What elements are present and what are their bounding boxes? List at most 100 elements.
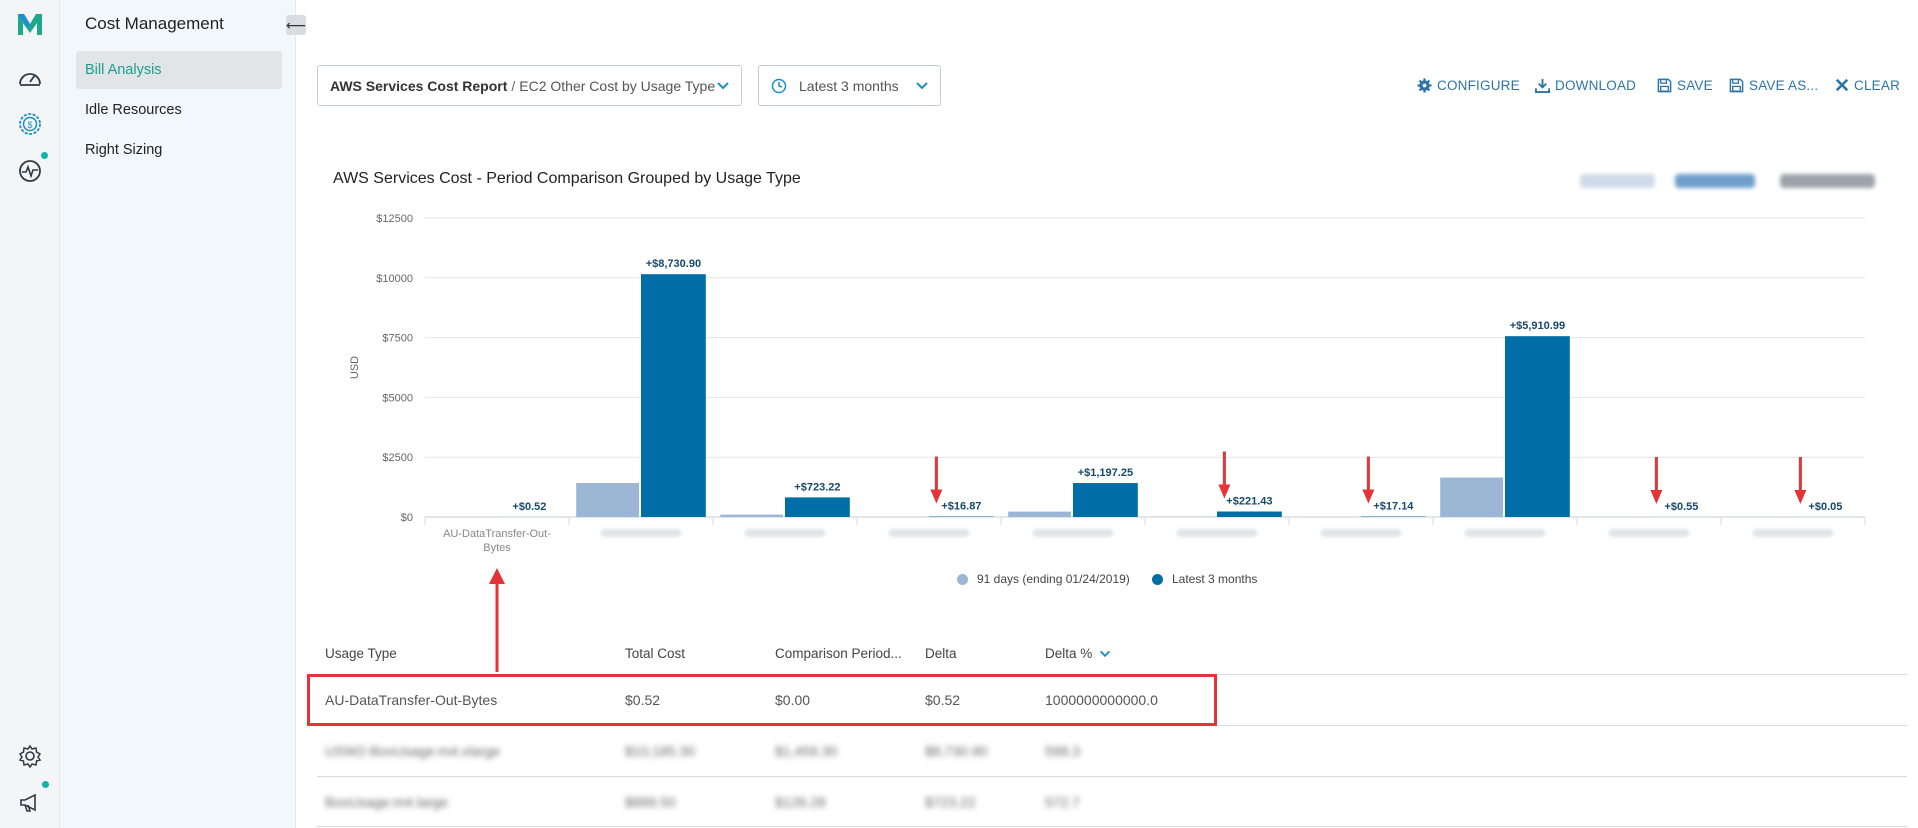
report-separator: / (511, 77, 516, 94)
download-label: DOWNLOAD (1555, 77, 1637, 93)
annotation-arrow-down-icon (1650, 489, 1663, 504)
bar-previous-period (1008, 511, 1071, 517)
cell-delta-percent: 572.7 (1045, 794, 1081, 810)
announcements-megaphone-icon[interactable] (14, 786, 46, 818)
column-header-comparison-period[interactable]: Comparison Period... (775, 646, 902, 661)
notification-dot (42, 781, 49, 788)
annotation-arrow-down-icon (1794, 489, 1807, 504)
column-header-delta-percent[interactable]: Delta % (1045, 646, 1112, 661)
configure-label: CONFIGURE (1437, 77, 1520, 93)
y-tick-label: $2500 (382, 452, 413, 464)
save-icon (1657, 78, 1672, 92)
notification-dot (41, 152, 48, 159)
delta-data-label: +$0.05 (1808, 501, 1842, 513)
annotation-arrow-up-icon (489, 568, 505, 584)
x-category-label-blurred (1609, 529, 1689, 537)
settings-gear-icon[interactable] (14, 740, 46, 772)
delta-data-label: +$16.87 (941, 501, 981, 513)
bar-previous-period (720, 514, 783, 517)
cell-total-cost: $0.52 (625, 692, 661, 708)
cell-delta-percent: 1000000000000.0 (1045, 692, 1158, 708)
period-selector-dropdown[interactable]: Latest 3 months (758, 65, 941, 106)
y-tick-label: $7500 (382, 333, 413, 345)
x-category-label-blurred (1753, 529, 1833, 537)
delta-data-label: +$17.14 (1373, 501, 1414, 513)
download-button[interactable]: DOWNLOAD (1535, 75, 1636, 95)
delta-data-label: +$8,730.90 (646, 258, 701, 270)
legend-item-latest-3-months[interactable]: Latest 3 months (1152, 572, 1257, 586)
monitoring-pulse-icon[interactable] (14, 155, 46, 187)
clear-label: CLEAR (1854, 77, 1901, 93)
legend-swatch (1152, 573, 1163, 585)
x-category-label-blurred (1177, 529, 1257, 537)
table-row[interactable]: BoxUsage:m4.large $889.50 $126.28 $723.2… (317, 776, 1907, 827)
x-category-label-blurred (889, 529, 969, 537)
bar-previous-period (1440, 477, 1503, 517)
bar-latest-3-months (785, 497, 850, 517)
cell-comparison-period: $126.28 (775, 794, 826, 810)
clear-button[interactable]: CLEAR (1835, 75, 1900, 95)
cell-delta-percent: 598.3 (1045, 743, 1081, 759)
x-category-label-blurred (1321, 529, 1401, 537)
cost-management-nav: Cost Management ⟵ Bill Analysis Idle Res… (60, 0, 306, 828)
close-x-icon (1835, 78, 1849, 92)
icon-rail: $ (0, 0, 60, 828)
cell-usage-type: BoxUsage:m4.large (325, 794, 448, 810)
delta-data-label: +$723.22 (794, 481, 840, 493)
x-category-label-blurred (1465, 529, 1545, 537)
delta-data-label: +$221.43 (1226, 495, 1272, 507)
cost-dollar-icon[interactable]: $ (14, 108, 46, 140)
collapse-sidebar-button[interactable]: ⟵ (286, 15, 306, 35)
save-as-button[interactable]: SAVE AS... (1729, 75, 1818, 95)
nav-item-bill-analysis[interactable]: Bill Analysis (76, 51, 282, 89)
report-selector-dropdown[interactable]: AWS Services Cost Report / EC2 Other Cos… (317, 65, 742, 106)
legend-label: 91 days (ending 01/24/2019) (977, 572, 1130, 586)
clock-icon (771, 78, 787, 93)
nav-item-idle-resources[interactable]: Idle Resources (76, 91, 282, 129)
dashboard-gauge-icon[interactable] (14, 62, 46, 94)
chevron-down-icon (717, 82, 729, 90)
column-header-delta[interactable]: Delta (925, 646, 957, 661)
save-label: SAVE (1677, 77, 1713, 93)
bar-chart: $0 $2500 $5000 $7500 $10000 $12500 USD +$0.52 AU… (349, 213, 1866, 554)
bar-latest-3-months (641, 274, 706, 517)
x-category-label: AU-DataTransfer-Out- (443, 528, 551, 540)
nav-item-right-sizing[interactable]: Right Sizing (76, 131, 282, 169)
column-header-usage-type[interactable]: Usage Type (325, 646, 397, 661)
bar-latest-3-months (1505, 336, 1570, 517)
configure-button[interactable]: CONFIGURE (1417, 75, 1520, 95)
svg-text:$: $ (27, 120, 32, 130)
chart-title: AWS Services Cost - Period Comparison Gr… (333, 170, 801, 187)
save-button[interactable]: SAVE (1657, 75, 1713, 95)
x-category-label-blurred (1033, 529, 1113, 537)
table-row[interactable]: USW2-BoxUsage:m4.xlarge $10,185.30 $1,45… (317, 725, 1907, 776)
table-row[interactable]: AU-DataTransfer-Out-Bytes $0.52 $0.00 $0… (317, 674, 1907, 725)
m-logo-icon[interactable] (14, 8, 46, 40)
bar-latest-3-months (1217, 511, 1282, 517)
y-tick-label: $10000 (376, 273, 413, 285)
cell-comparison-period: $1,459.30 (775, 743, 838, 759)
bar-previous-period (576, 483, 639, 517)
gear-icon (1417, 77, 1432, 93)
download-icon (1535, 78, 1550, 93)
save-as-icon (1729, 78, 1744, 92)
delta-data-label: +$0.55 (1664, 501, 1698, 513)
cell-usage-type: USW2-BoxUsage:m4.xlarge (325, 743, 501, 759)
period-label: Latest 3 months (799, 77, 899, 94)
bar-latest-3-months (1073, 483, 1138, 517)
cell-comparison-period: $0.00 (775, 692, 811, 708)
delta-data-label: +$0.52 (512, 501, 546, 513)
subreport-name: EC2 Other Cost by Usage Type (519, 77, 716, 94)
legend-label: Latest 3 months (1172, 572, 1258, 586)
x-category-label-blurred (745, 529, 825, 537)
blurred-summary-stat (1580, 174, 1655, 188)
column-header-label: Delta % (1045, 646, 1093, 661)
delta-data-label: +$1,197.25 (1078, 467, 1133, 479)
blurred-summary-stat (1780, 174, 1875, 188)
column-header-total-cost[interactable]: Total Cost (625, 646, 685, 661)
y-axis-label: USD (349, 356, 361, 379)
legend-item-previous-period[interactable]: 91 days (ending 01/24/2019) (957, 572, 1130, 586)
y-tick-label: $12500 (376, 213, 413, 225)
cell-delta: $0.52 (925, 692, 961, 708)
x-category-label: Bytes (483, 542, 511, 554)
